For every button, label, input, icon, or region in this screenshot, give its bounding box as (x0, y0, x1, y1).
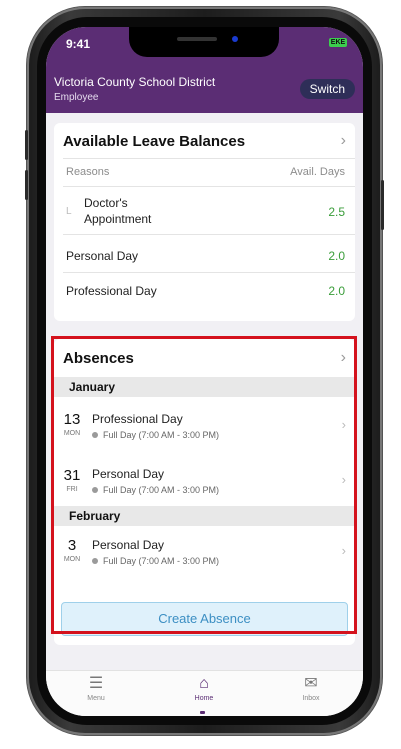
switch-button[interactable]: Switch (299, 79, 355, 99)
leave-balances-title: Available Leave Balances (63, 133, 246, 150)
tab-inbox[interactable]: ✉ Inbox (271, 675, 351, 702)
divider (63, 272, 355, 273)
home-icon: ⌂ (199, 675, 209, 692)
chevron-right-icon[interactable]: › (341, 132, 346, 150)
column-header-reasons: Reasons (66, 166, 110, 178)
tab-home[interactable]: ⌂ Home (164, 675, 244, 702)
divider (63, 234, 355, 235)
menu-icon: ☰ (88, 675, 104, 692)
column-header-days: Avail. Days (290, 166, 345, 178)
camera-icon (232, 36, 238, 42)
leave-reason: Appointment (84, 212, 152, 226)
divider (63, 158, 355, 159)
volume-button (25, 170, 28, 200)
tab-menu[interactable]: ☰ Menu (56, 675, 136, 702)
tab-label: Inbox (302, 695, 320, 702)
app-header: 9:41 EKE Victoria County School District… (46, 27, 363, 113)
tab-label: Home (194, 695, 214, 702)
notch (129, 27, 279, 57)
sub-item-marker-icon: L (66, 206, 72, 217)
speaker-grille (177, 37, 217, 41)
leave-balances-card[interactable]: Available Leave Balances › Reasons Avail… (54, 123, 355, 321)
leave-reason: Personal Day (66, 249, 139, 263)
leave-reason: Doctor's (84, 196, 128, 210)
power-button (381, 180, 384, 230)
leave-days: 2.0 (328, 284, 345, 298)
tab-bar: ☰ Menu ⌂ Home ✉ Inbox (46, 670, 363, 716)
absences-highlight-box (51, 336, 357, 634)
user-role: Employee (54, 92, 99, 103)
tab-label: Menu (87, 695, 105, 702)
organization-name: Victoria County School District (54, 75, 216, 89)
leave-days: 2.5 (328, 205, 345, 219)
active-tab-indicator (200, 711, 205, 714)
leave-reason: Professional Day (66, 284, 157, 298)
battery-icon: EKE (329, 38, 347, 47)
status-time: 9:41 (66, 37, 91, 51)
volume-button (25, 130, 28, 160)
inbox-icon: ✉ (304, 675, 318, 692)
leave-days: 2.0 (328, 249, 345, 263)
divider (63, 186, 355, 187)
